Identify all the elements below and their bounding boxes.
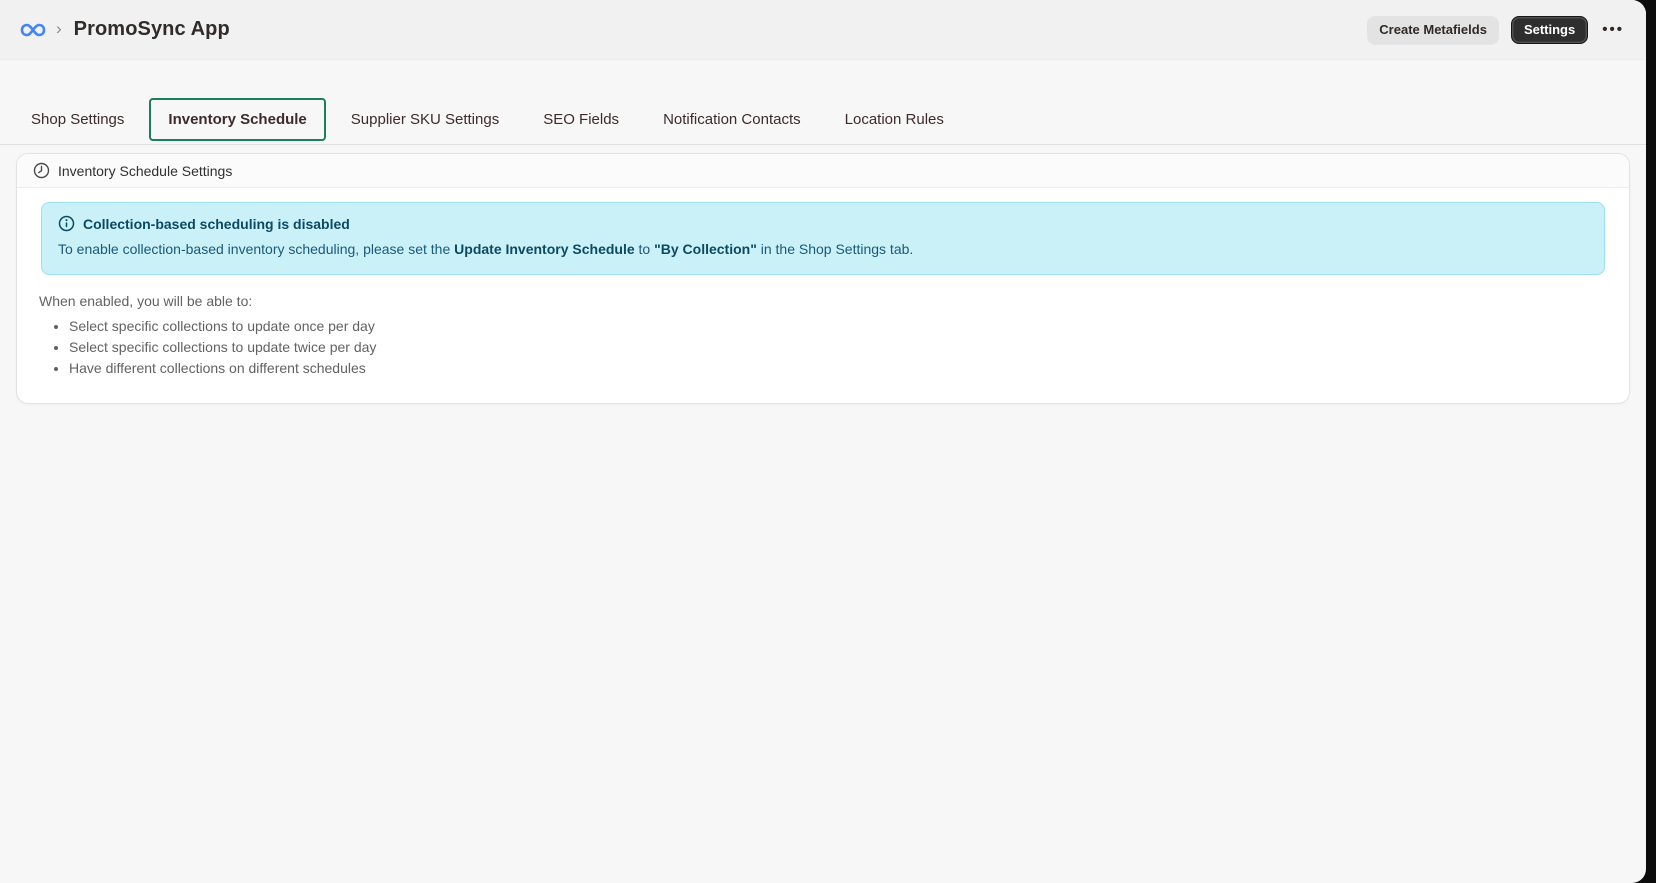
card-header: Inventory Schedule Settings [17, 154, 1629, 188]
create-metafields-button[interactable]: Create Metafields [1367, 15, 1499, 44]
app-window: › PromoSync App Create Metafields Settin… [0, 0, 1646, 883]
settings-button[interactable]: Settings [1510, 15, 1589, 44]
page-title: PromoSync App [73, 18, 230, 40]
banner-desc-bold-setting: Update Inventory Schedule [454, 241, 635, 257]
benefit-item: Select specific collections to update tw… [69, 337, 1613, 358]
tab-location-rules[interactable]: Location Rules [826, 98, 963, 141]
banner-title-row: Collection-based scheduling is disabled [58, 215, 1588, 232]
card-header-title: Inventory Schedule Settings [58, 162, 233, 179]
banner-description: To enable collection-based inventory sch… [58, 240, 1588, 260]
tabs-divider [0, 144, 1646, 145]
info-icon [58, 215, 75, 232]
benefit-item: Select specific collections to update on… [69, 316, 1613, 337]
tab-inventory-schedule[interactable]: Inventory Schedule [149, 98, 326, 141]
tab-shop-settings[interactable]: Shop Settings [12, 98, 143, 141]
banner-desc-text: to [634, 241, 655, 257]
clock-icon [33, 162, 50, 179]
top-bar-actions: Create Metafields Settings ••• [1367, 15, 1626, 44]
tab-bar: Shop Settings Inventory Schedule Supplie… [12, 98, 1634, 141]
banner-desc-text: in the Shop Settings tab. [756, 241, 914, 257]
banner-desc-bold-value: "By Collection" [654, 241, 757, 257]
top-bar: › PromoSync App Create Metafields Settin… [0, 0, 1646, 60]
benefit-item: Have different collections on different … [69, 358, 1613, 379]
benefits-list: Select specific collections to update on… [33, 316, 1613, 379]
benefits-intro: When enabled, you will be able to: [39, 292, 253, 309]
tab-seo-fields[interactable]: SEO Fields [524, 98, 638, 141]
breadcrumb-chevron: › [56, 18, 62, 38]
card-body: Collection-based scheduling is disabled … [17, 188, 1629, 403]
inventory-schedule-card: Inventory Schedule Settings Collection-b… [16, 153, 1630, 404]
banner-title: Collection-based scheduling is disabled [83, 215, 350, 232]
infinity-app-icon [20, 22, 46, 38]
tab-supplier-sku-settings[interactable]: Supplier SKU Settings [332, 98, 518, 141]
tab-notification-contacts[interactable]: Notification Contacts [644, 98, 820, 141]
info-banner: Collection-based scheduling is disabled … [41, 202, 1605, 275]
more-options-icon[interactable]: ••• [1600, 18, 1626, 41]
banner-desc-text: To enable collection-based inventory sch… [58, 241, 455, 257]
